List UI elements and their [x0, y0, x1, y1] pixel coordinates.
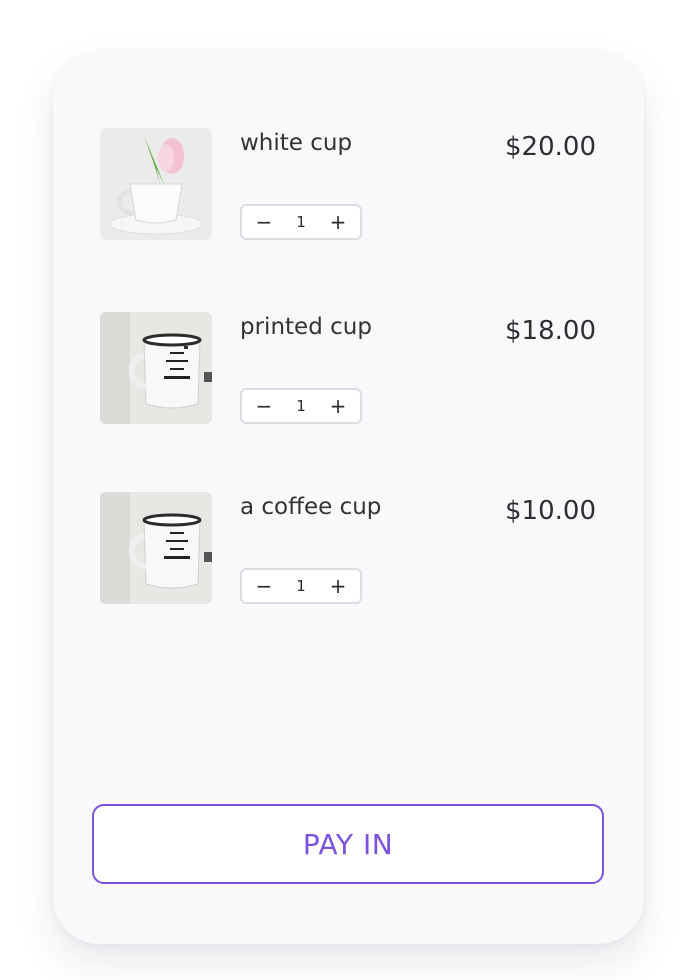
increment-button[interactable]: + — [316, 390, 360, 422]
cart-item: white cup $20.00 − 1 + — [100, 128, 596, 240]
quantity-value: 1 — [296, 397, 306, 415]
quantity-stepper: − 1 + — [240, 204, 362, 240]
decrement-button[interactable]: − — [242, 570, 286, 602]
quantity-stepper: − 1 + — [240, 568, 362, 604]
product-image-white-cup — [100, 128, 212, 240]
increment-button[interactable]: + — [316, 206, 360, 238]
increment-button[interactable]: + — [316, 570, 360, 602]
product-image-coffee-cup — [100, 492, 212, 604]
quantity-value: 1 — [296, 213, 306, 231]
decrement-button[interactable]: − — [242, 206, 286, 238]
product-image-printed-cup — [100, 312, 212, 424]
quantity-value: 1 — [296, 577, 306, 595]
quantity-stepper: − 1 + — [240, 388, 362, 424]
product-name: white cup — [240, 130, 353, 156]
cart-item: a coffee cup $10.00 − 1 + — [100, 492, 596, 604]
product-price: $20.00 — [505, 132, 596, 162]
product-price: $10.00 — [505, 496, 596, 526]
product-name: a coffee cup — [240, 494, 382, 520]
product-price: $18.00 — [505, 316, 596, 346]
pay-button[interactable]: PAY IN — [92, 804, 604, 884]
cart-card: white cup $20.00 − 1 + printed cup $18.0… — [53, 52, 644, 944]
cart-item: printed cup $18.00 − 1 + — [100, 312, 596, 424]
decrement-button[interactable]: − — [242, 390, 286, 422]
product-name: printed cup — [240, 314, 372, 340]
